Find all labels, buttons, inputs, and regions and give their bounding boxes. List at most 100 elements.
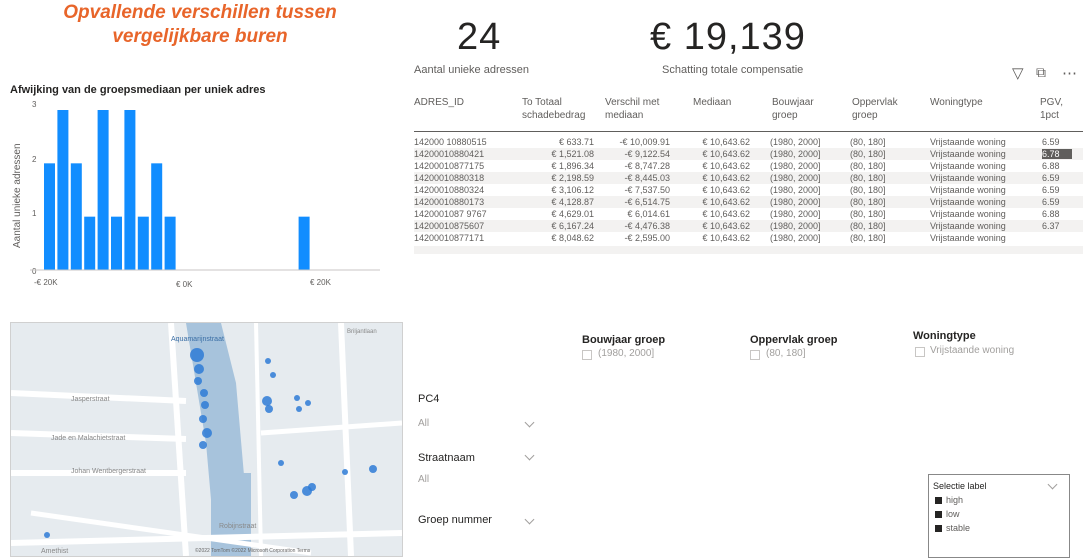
map-dot[interactable] <box>290 491 298 499</box>
map-dot[interactable] <box>199 441 207 449</box>
slicer-bouwjaar-checkbox[interactable] <box>582 350 592 360</box>
legend-item-high[interactable]: high <box>935 495 963 505</box>
map-dot[interactable] <box>201 401 209 409</box>
filter-icon[interactable]: ▽ <box>1012 64 1024 82</box>
table-cell: € 2,198.59 <box>551 173 594 183</box>
map-dot[interactable] <box>294 395 300 401</box>
legend-item-stable[interactable]: stable <box>935 523 970 533</box>
map-dot[interactable] <box>369 465 377 473</box>
table-cell: € 8,048.62 <box>551 233 594 243</box>
histogram-bar[interactable] <box>57 110 69 270</box>
legend-title: Selectie label <box>933 481 987 491</box>
map-visual[interactable]: Aquamarijnstraat Jasperstraat Jade en Ma… <box>10 322 403 557</box>
histogram-chart[interactable] <box>30 100 380 280</box>
histogram-bar[interactable] <box>97 110 109 270</box>
histogram-bar[interactable] <box>70 163 82 270</box>
map-dot[interactable] <box>308 483 316 491</box>
slicer-pc4-chevron-icon[interactable] <box>524 417 535 428</box>
col-header-totaal-schadebedrag[interactable]: To Totaal schadebedrag <box>522 96 592 122</box>
report-title-line2: vergelijkbare buren <box>112 26 288 47</box>
map-dot[interactable] <box>199 415 207 423</box>
table-cell: (80, 180] <box>850 221 886 231</box>
map-dot[interactable] <box>305 400 311 406</box>
slicer-woningtype-checkbox[interactable] <box>915 347 925 357</box>
map-dot[interactable] <box>44 532 50 538</box>
map-dot[interactable] <box>278 460 284 466</box>
map-street-label-robijn: Robijnstraat <box>219 523 256 530</box>
table-cell: 14200010880324 <box>414 185 485 195</box>
legend-swatch-low <box>935 511 942 519</box>
selectie-label-legend[interactable]: Selectie label high low stable <box>928 474 1070 558</box>
map-dot[interactable] <box>265 405 273 413</box>
table-cell: -€ 10,009.91 <box>619 137 670 147</box>
map-dot[interactable] <box>190 348 204 362</box>
histogram-bar[interactable] <box>44 163 55 270</box>
col-header-oppervlak-groep[interactable]: Oppervlak groep <box>852 96 902 122</box>
slicer-bouwjaar-value[interactable]: (1980, 2000] <box>598 348 654 359</box>
table-cell: (1980, 2000] <box>770 233 821 243</box>
table-row[interactable]: 14200010880324 € 3,106.12 -€ 7,537.50 € 10,… <box>414 184 1083 196</box>
map-dot[interactable] <box>262 396 272 406</box>
table-row[interactable]: 14200010877171 € 8,048.62 -€ 2,595.00 € 10,… <box>414 232 1083 244</box>
col-header-pgv[interactable]: PGV, 1pct <box>1040 96 1070 122</box>
map-dot[interactable] <box>200 389 208 397</box>
table-cell: (1980, 2000] <box>770 197 821 207</box>
slicer-oppervlak-value[interactable]: (80, 180] <box>766 348 805 359</box>
map-dot[interactable] <box>202 428 212 438</box>
table-cell: € 10,643.62 <box>702 233 750 243</box>
table-cell: € 10,643.62 <box>702 137 750 147</box>
col-header-verschil-mediaan[interactable]: Verschil met mediaan <box>605 96 665 122</box>
legend-chevron-icon[interactable] <box>1047 479 1058 490</box>
more-options-icon[interactable]: ⋯ <box>1062 64 1077 82</box>
histogram-bar[interactable] <box>164 216 176 270</box>
table-cell: (80, 180] <box>850 185 886 195</box>
map-dot[interactable] <box>194 364 204 374</box>
table-cell: -€ 6,514.75 <box>624 197 670 207</box>
histogram-bar[interactable] <box>298 216 310 270</box>
map-dot[interactable] <box>342 469 348 475</box>
map-dot[interactable] <box>265 358 271 364</box>
map-dot[interactable] <box>194 377 202 385</box>
map-canvas[interactable]: Aquamarijnstraat Jasperstraat Jade en Ma… <box>11 323 402 556</box>
table-cell: (1980, 2000] <box>770 221 821 231</box>
table-row[interactable]: 14200010875607 € 6,167.24 -€ 4,476.38 € 10,… <box>414 220 1083 232</box>
report-title-line1: Opvallende verschillen tussen <box>63 2 337 23</box>
table-row[interactable]: 14200010880318 € 2,198.59 -€ 8,445.03 € 10,… <box>414 172 1083 184</box>
table-cell: € 4,629.01 <box>551 209 594 219</box>
histogram-bar[interactable] <box>124 110 136 270</box>
map-dot[interactable] <box>296 406 302 412</box>
table-row[interactable]: 14200010880173 € 4,128.87 -€ 6,514.75 € 10,… <box>414 196 1083 208</box>
table-header-divider <box>414 131 1083 132</box>
histogram-bar[interactable] <box>151 163 163 270</box>
col-header-bouwjaar-groep[interactable]: Bouwjaar groep <box>772 96 822 122</box>
table-cell: 14200010880318 <box>414 173 485 183</box>
col-header-woningtype[interactable]: Woningtype <box>930 96 983 109</box>
legend-label-stable: stable <box>946 523 971 533</box>
slicer-pc4-value[interactable]: All <box>418 418 429 429</box>
slicer-oppervlak-checkbox[interactable] <box>750 350 760 360</box>
table-cell: 6.78 <box>1042 149 1072 159</box>
legend-item-low[interactable]: low <box>935 509 960 519</box>
slicer-groep-chevron-icon[interactable] <box>524 514 535 525</box>
table-cell: (1980, 2000] <box>770 161 821 171</box>
table-cell: Vrijstaande woning <box>930 197 1006 207</box>
table-row[interactable]: 14200010877175 € 1,896.34 -€ 8,747.28 € 10,… <box>414 160 1083 172</box>
col-header-adres-id[interactable]: ADRES_ID <box>414 96 464 109</box>
table-row[interactable]: 14200010880421 € 1,521.08 -€ 9,122.54 € 10,… <box>414 148 1083 160</box>
table-cell: -€ 4,476.38 <box>624 221 670 231</box>
map-dot[interactable] <box>270 372 276 378</box>
histogram-bar[interactable] <box>137 216 149 270</box>
focus-mode-icon[interactable]: ⧉ <box>1036 64 1046 81</box>
slicer-woningtype-value[interactable]: Vrijstaande woning <box>930 345 1014 356</box>
table-row[interactable]: 142000 10880515 € 633.71 -€ 10,009.91 € 10,… <box>414 136 1083 148</box>
slicer-straatnaam-chevron-icon[interactable] <box>524 450 535 461</box>
table-row[interactable]: 1420001087 9767 € 4,629.01 € 6,014.61 € 10,… <box>414 208 1083 220</box>
table-cell: € 10,643.62 <box>702 209 750 219</box>
table-cell: € 4,128.87 <box>551 197 594 207</box>
histogram-bar[interactable] <box>84 216 96 270</box>
legend-label-low: low <box>946 509 960 519</box>
col-header-mediaan[interactable]: Mediaan <box>693 96 731 109</box>
table-scroll-fade <box>414 246 1083 254</box>
histogram-bar[interactable] <box>111 216 122 270</box>
slicer-straatnaam-value[interactable]: All <box>418 474 429 485</box>
